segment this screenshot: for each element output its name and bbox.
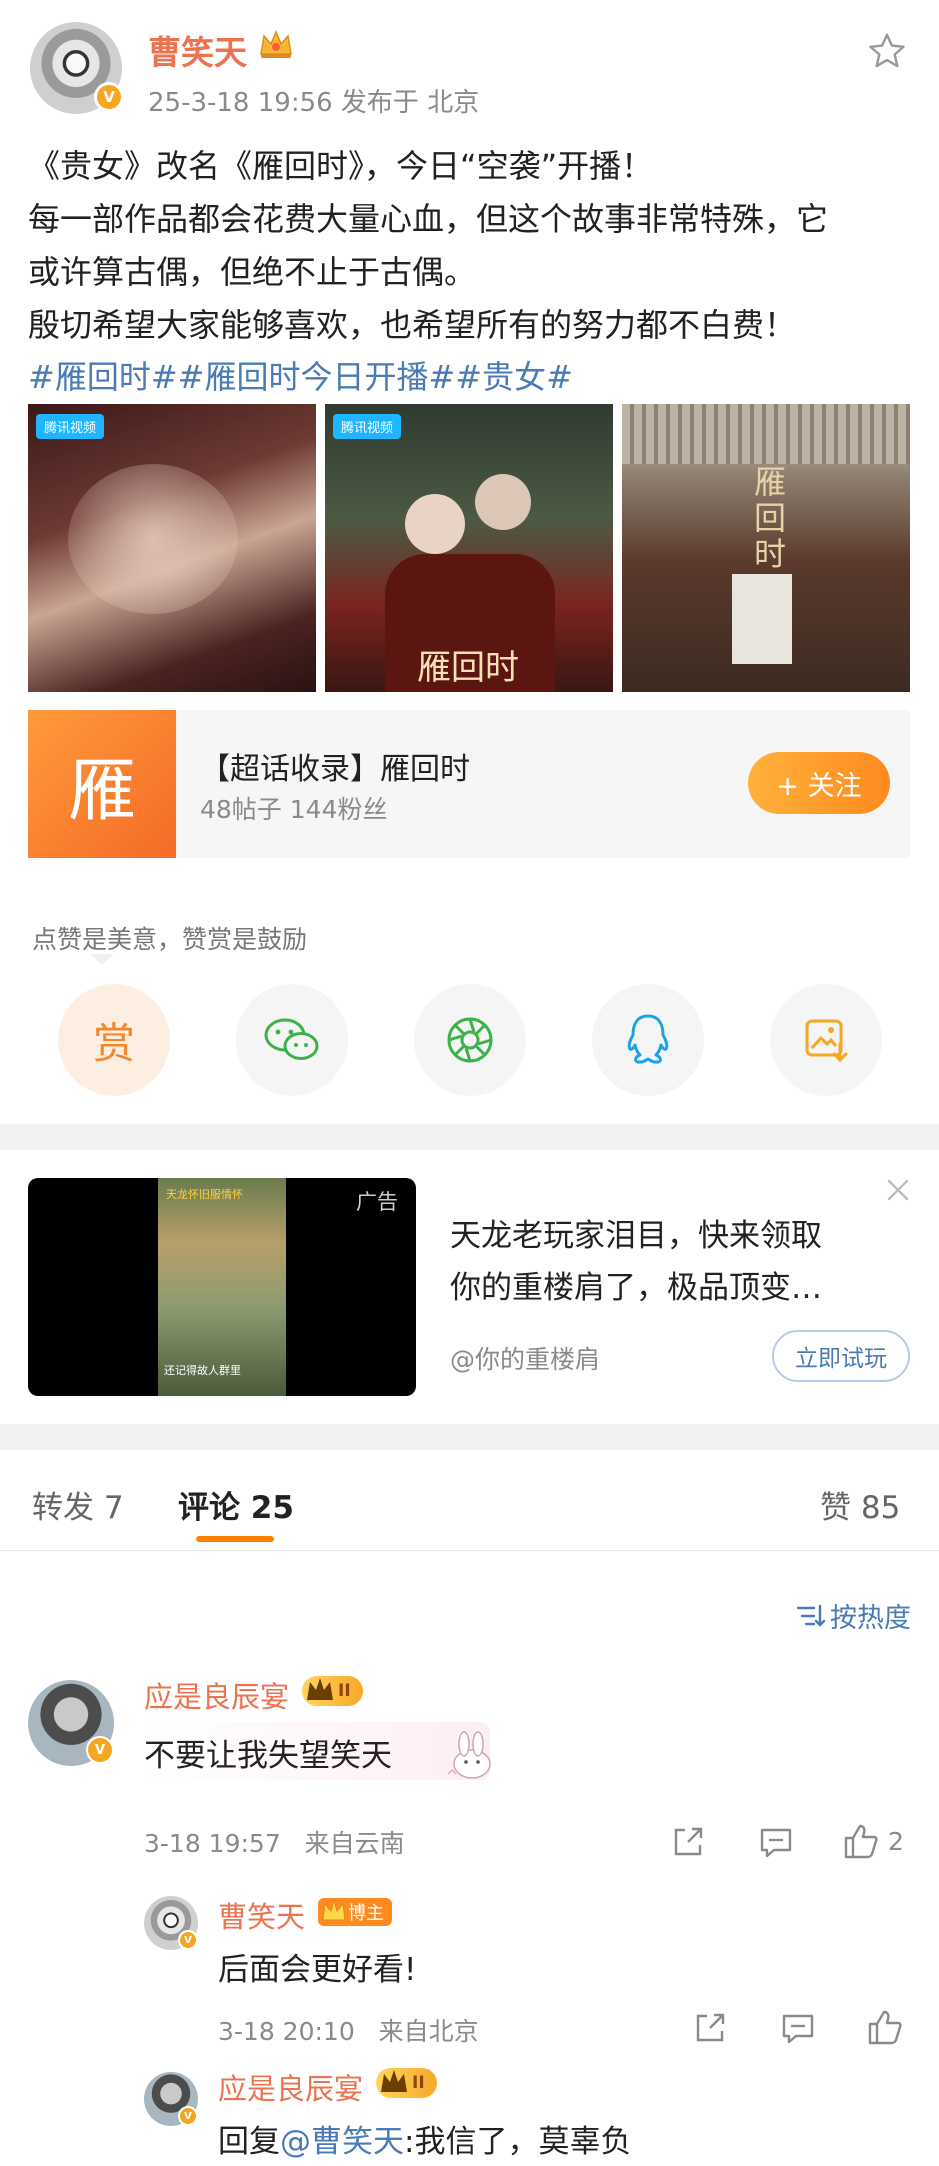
comment-text: 不要让我失望笑天 bbox=[144, 1738, 392, 1774]
like-action[interactable]: 2 bbox=[842, 1822, 904, 1860]
ad-try-button[interactable]: 立即试玩 bbox=[772, 1330, 910, 1382]
comment-icon[interactable] bbox=[780, 2010, 816, 2046]
crown-icon bbox=[381, 2070, 407, 2092]
ad-source[interactable]: @你的重楼肩 bbox=[450, 1340, 600, 1376]
verified-badge: V bbox=[94, 82, 124, 112]
comment-meta: 3-18 19:57 来自云南 bbox=[144, 1824, 405, 1860]
replier-name[interactable]: 应是良辰宴 bbox=[218, 2066, 363, 2108]
ad-title[interactable]: 天龙老玩家泪目，快来领取 你的重楼肩了，极品顶变… bbox=[450, 1210, 890, 1314]
wechat-icon bbox=[264, 1018, 319, 1060]
post-line: 殷切希望大家能够喜欢，也希望所有的努力都不白费！ bbox=[28, 306, 797, 344]
post-line: 《贵女》改名《雁回时》，今日“空袭”开播！ bbox=[28, 147, 654, 185]
fan-level-badge: II bbox=[376, 2068, 437, 2098]
reply-text: 回复@曹笑天:我信了，莫辜负 bbox=[218, 2116, 631, 2161]
tencent-video-watermark: 腾讯视频 bbox=[333, 414, 402, 439]
ad-label: 广告 bbox=[356, 1190, 398, 1214]
post-line: 每一部作品都会花费大量心血，但这个故事非常特殊，它 bbox=[28, 200, 829, 238]
reward-tip: 点赞是美意，赞赏是鼓励 bbox=[32, 925, 308, 954]
like-count: 2 bbox=[888, 1826, 904, 1856]
ad-video-frame: 天龙怀旧服情怀 还记得故人群里 bbox=[158, 1178, 286, 1396]
mention-link[interactable]: @曹笑天 bbox=[280, 2124, 404, 2160]
topic-stats: 48帖子 144粉丝 bbox=[200, 795, 388, 824]
crown-icon bbox=[322, 1898, 346, 1921]
fan-level-text: II bbox=[412, 2073, 425, 2093]
post-line: 或许算古偶，但绝不止于古偶。 bbox=[28, 253, 477, 291]
replier-avatar[interactable]: V bbox=[144, 2072, 198, 2126]
like-icon bbox=[844, 1824, 878, 1859]
poster-roof bbox=[622, 404, 910, 464]
reply-time: 3-18 20:10 bbox=[218, 2017, 355, 2046]
ad-thumb-label: 天龙怀旧服情怀 bbox=[166, 1188, 243, 1201]
topic-title: 【超话收录】雁回时 bbox=[200, 752, 470, 787]
poster-figure bbox=[475, 474, 531, 530]
tab-repost[interactable]: 转发 7 bbox=[32, 1482, 124, 1527]
reward-button[interactable]: 赏 bbox=[58, 984, 170, 1096]
section-divider bbox=[0, 1124, 939, 1150]
close-icon[interactable] bbox=[884, 1176, 912, 1204]
verified-badge: V bbox=[178, 1930, 198, 1950]
post-hashtags[interactable]: #雁回时##雁回时今日开播##贵女# bbox=[28, 352, 573, 398]
crown-icon bbox=[260, 30, 292, 58]
tip-arrow bbox=[90, 954, 114, 965]
qq-icon bbox=[627, 1014, 669, 1064]
commenter-avatar[interactable]: V bbox=[28, 1680, 114, 1766]
verified-badge: V bbox=[178, 2106, 198, 2126]
post-image-3[interactable]: 雁回时 bbox=[622, 404, 910, 692]
fan-level-text: II bbox=[338, 1681, 351, 1701]
save-image-button[interactable] bbox=[770, 984, 882, 1096]
post-meta: 25-3-18 19:56 发布于 北京 bbox=[148, 88, 480, 118]
reply-meta: 3-18 20:10 来自北京 bbox=[218, 2012, 479, 2048]
tab-like[interactable]: 赞 85 bbox=[820, 1482, 900, 1527]
tabs-divider bbox=[0, 1550, 939, 1551]
poster-title: 雁回时 bbox=[417, 648, 519, 688]
fan-level-badge: II bbox=[302, 1676, 363, 1706]
save-image-icon bbox=[805, 1019, 848, 1063]
poster-figure bbox=[68, 464, 238, 614]
super-topic-card[interactable]: 雁 【超话收录】雁回时 48帖子 144粉丝 + 关注 bbox=[28, 710, 910, 858]
bunny-sticker-icon bbox=[447, 1731, 491, 1779]
star-icon[interactable] bbox=[866, 30, 908, 72]
verified-badge: V bbox=[86, 1736, 114, 1764]
poster-door bbox=[732, 574, 792, 664]
author-avatar[interactable]: V bbox=[30, 22, 124, 114]
comment-icon[interactable] bbox=[758, 1824, 794, 1860]
poster-figure bbox=[405, 494, 465, 554]
post-image-1[interactable]: 腾讯视频 bbox=[28, 404, 316, 692]
sort-label: 按热度 bbox=[830, 1603, 911, 1634]
reply-text: 后面会更好看! bbox=[218, 1952, 417, 1988]
sort-toggle[interactable]: 按热度 bbox=[796, 1596, 911, 1635]
ad-title-line: 天龙老玩家泪目，快来领取 bbox=[450, 1218, 822, 1254]
author-badge-text: 博主 bbox=[348, 1903, 384, 1924]
comment-time: 3-18 19:57 bbox=[144, 1829, 281, 1858]
reply-body: :我信了，莫辜负 bbox=[404, 2124, 632, 2160]
ad-title-line: 你的重楼肩了，极品顶变… bbox=[450, 1270, 822, 1306]
ad-thumb-caption: 还记得故人群里 bbox=[164, 1364, 241, 1377]
tab-active-indicator bbox=[196, 1536, 274, 1542]
topic-logo: 雁 bbox=[28, 710, 176, 858]
reply-location: 来自北京 bbox=[378, 2017, 479, 2046]
share-icon[interactable] bbox=[670, 1824, 706, 1860]
post-image-2[interactable]: 腾讯视频 雁回时 bbox=[325, 404, 613, 692]
share-icon[interactable] bbox=[692, 2010, 728, 2046]
section-divider bbox=[0, 1424, 939, 1450]
tencent-video-watermark: 腾讯视频 bbox=[36, 414, 105, 439]
post-text: 《贵女》改名《雁回时》，今日“空袭”开播！ 每一部作品都会花费大量心血，但这个故… bbox=[28, 140, 918, 352]
share-wechat-button[interactable] bbox=[236, 984, 348, 1096]
moments-icon bbox=[447, 1017, 493, 1063]
follow-button[interactable]: + 关注 bbox=[748, 752, 890, 814]
like-icon[interactable] bbox=[866, 2008, 904, 2046]
tab-comment[interactable]: 评论 25 bbox=[178, 1482, 294, 1527]
sort-icon bbox=[796, 1604, 826, 1627]
commenter-name[interactable]: 应是良辰宴 bbox=[144, 1674, 289, 1716]
replier-name[interactable]: 曹笑天 bbox=[218, 1894, 305, 1936]
reply-prefix: 回复 bbox=[218, 2124, 280, 2160]
author-badge: 博主 bbox=[318, 1898, 392, 1926]
share-moments-button[interactable] bbox=[414, 984, 526, 1096]
crown-icon bbox=[307, 1678, 333, 1700]
replier-avatar[interactable]: V bbox=[144, 1896, 198, 1950]
share-qq-button[interactable] bbox=[592, 984, 704, 1096]
author-name[interactable]: 曹笑天 bbox=[148, 26, 247, 74]
comment-location: 来自云南 bbox=[304, 1829, 405, 1858]
poster-title: 雁回时 bbox=[753, 463, 786, 573]
